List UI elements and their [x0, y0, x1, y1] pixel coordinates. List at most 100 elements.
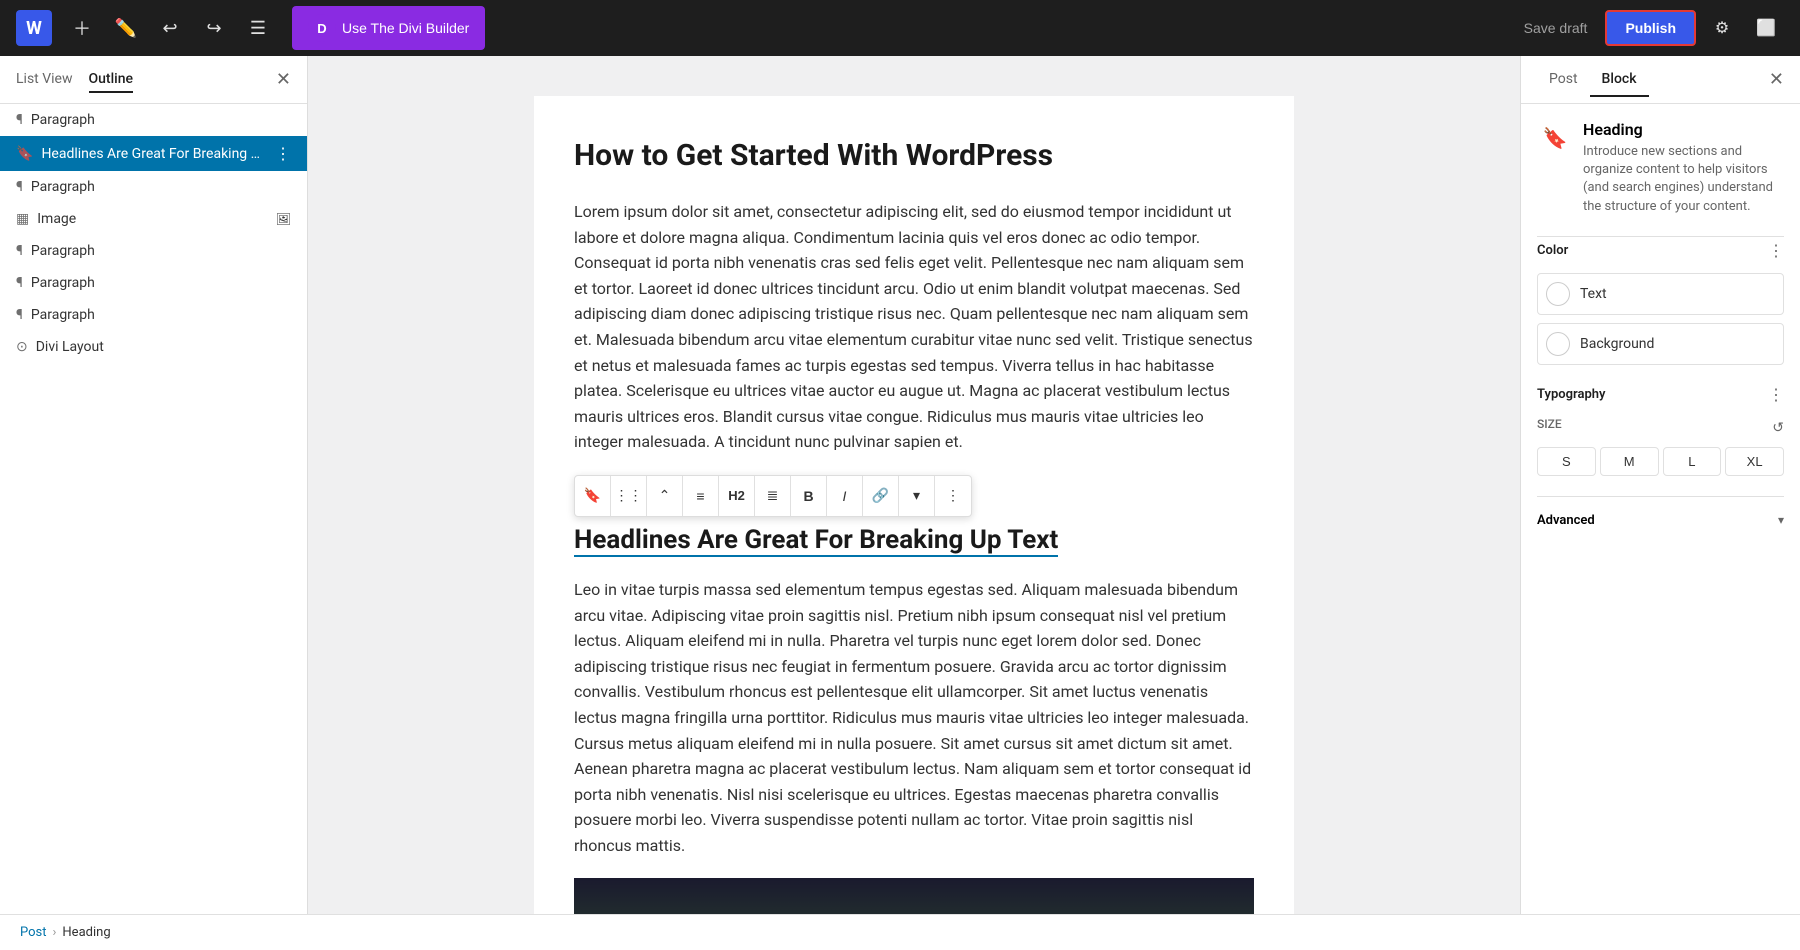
divi-avatar: D — [308, 14, 336, 42]
size-options: S M L XL — [1537, 447, 1784, 476]
body-paragraph-1[interactable]: Lorem ipsum dolor sit amet, consectetur … — [574, 199, 1254, 455]
right-panel-tabs: Post Block ✕ — [1521, 56, 1800, 104]
background-color-circle — [1546, 332, 1570, 356]
bold-button[interactable]: B — [791, 476, 827, 516]
paragraph-icon: ¶ — [16, 275, 23, 291]
right-panel: Post Block ✕ 🔖 Heading Introduce new sec… — [1520, 56, 1800, 914]
typography-section-more-button[interactable]: ⋮ — [1768, 385, 1784, 405]
block-info: 🔖 Heading Introduce new sections and org… — [1537, 120, 1784, 216]
editor-content: How to Get Started With WordPress Lorem … — [534, 96, 1294, 914]
typography-section: Typography ⋮ SIZE ↺ S M L XL — [1537, 385, 1784, 476]
italic-button[interactable]: I — [827, 476, 863, 516]
list-item-active[interactable]: 🔖 Headlines Are Great For Breaking Up T.… — [0, 136, 307, 171]
tab-block[interactable]: Block — [1590, 63, 1649, 97]
tab-list-view[interactable]: List View — [16, 67, 73, 93]
color-section-header: Color ⋮ — [1537, 241, 1784, 261]
right-panel-close-button[interactable]: ✕ — [1769, 69, 1784, 90]
list-item[interactable]: ▦ Image 🖼 — [0, 203, 307, 235]
heading-level-button[interactable]: H2 — [719, 476, 755, 516]
more-rich-text-button[interactable]: ▾ — [899, 476, 935, 516]
item-label: Paragraph — [31, 112, 291, 128]
forest-image — [574, 878, 1254, 914]
item-label: Paragraph — [31, 275, 291, 291]
post-title[interactable]: How to Get Started With WordPress — [574, 136, 1254, 175]
list-item[interactable]: ¶ Paragraph — [0, 299, 307, 331]
settings-icon[interactable]: ⚙ — [1704, 10, 1740, 46]
list-view-button[interactable]: ☰ — [240, 10, 276, 46]
tab-post[interactable]: Post — [1537, 63, 1590, 97]
redo-button[interactable]: ↪ — [196, 10, 232, 46]
align-text-button[interactable]: ≣ — [755, 476, 791, 516]
body-paragraph-2[interactable]: Leo in vitae turpis massa sed elementum … — [574, 577, 1254, 859]
fullscreen-icon[interactable]: ⬜ — [1748, 10, 1784, 46]
breadcrumb-post-link[interactable]: Post — [20, 925, 47, 940]
drag-handle[interactable]: ⋮⋮ — [611, 476, 647, 516]
list-item[interactable]: ¶ Paragraph — [0, 235, 307, 267]
publish-button[interactable]: Publish — [1605, 10, 1696, 46]
size-label: SIZE — [1537, 417, 1562, 431]
item-label: Paragraph — [31, 243, 291, 259]
left-panel-content: ¶ Paragraph 🔖 Headlines Are Great For Br… — [0, 104, 307, 914]
heading-block[interactable]: Headlines Are Great For Breaking Up Text — [574, 525, 1058, 557]
list-item[interactable]: ¶ Paragraph — [0, 267, 307, 299]
size-xl-button[interactable]: XL — [1725, 447, 1784, 476]
add-block-button[interactable]: ＋ — [64, 10, 100, 46]
block-type-icon[interactable]: 🔖 — [575, 476, 611, 516]
left-panel: List View Outline ✕ ¶ Paragraph 🔖 Headli… — [0, 56, 308, 914]
item-label: Image — [37, 211, 268, 227]
text-color-circle — [1546, 282, 1570, 306]
list-item[interactable]: ¶ Paragraph — [0, 104, 307, 136]
right-panel-content: 🔖 Heading Introduce new sections and org… — [1521, 104, 1800, 914]
wp-logo[interactable]: W — [16, 10, 52, 46]
list-item[interactable]: ¶ Paragraph — [0, 171, 307, 203]
chevron-down-icon: ▾ — [1778, 513, 1784, 527]
tab-outline[interactable]: Outline — [89, 67, 134, 93]
reset-size-button[interactable]: ↺ — [1772, 419, 1784, 436]
text-color-option[interactable]: Text — [1537, 273, 1784, 315]
item-label: Headlines Are Great For Breaking Up T... — [41, 146, 267, 162]
tools-button[interactable]: ✏️ — [108, 10, 144, 46]
size-m-button[interactable]: M — [1600, 447, 1659, 476]
background-color-option[interactable]: Background — [1537, 323, 1784, 365]
paragraph-icon: ¶ — [16, 179, 23, 195]
size-section: SIZE ↺ S M L XL — [1537, 417, 1784, 476]
color-section: Color ⋮ Text Background — [1537, 241, 1784, 365]
divi-builder-button[interactable]: D Use The Divi Builder — [292, 6, 485, 50]
item-label: Divi Layout — [36, 339, 291, 355]
divi-layout-icon: ⊙ — [16, 339, 28, 355]
divider — [1537, 236, 1784, 237]
save-draft-button[interactable]: Save draft — [1514, 14, 1598, 42]
options-button[interactable]: ⋮ — [935, 476, 971, 516]
content-area[interactable]: How to Get Started With WordPress Lorem … — [308, 56, 1520, 914]
top-toolbar: W ＋ ✏️ ↩ ↪ ☰ D Use The Divi Builder Save… — [0, 0, 1800, 56]
main-layout: List View Outline ✕ ¶ Paragraph 🔖 Headli… — [0, 56, 1800, 914]
text-color-label: Text — [1580, 286, 1607, 302]
advanced-header[interactable]: Advanced ▾ — [1537, 509, 1784, 532]
advanced-title: Advanced — [1537, 513, 1595, 528]
more-options-icon[interactable]: ⋮ — [275, 144, 291, 163]
size-s-button[interactable]: S — [1537, 447, 1596, 476]
advanced-section: Advanced ▾ — [1537, 496, 1784, 532]
divi-builder-label: Use The Divi Builder — [342, 20, 469, 36]
breadcrumb: Post › Heading — [0, 914, 1800, 950]
size-l-button[interactable]: L — [1663, 447, 1722, 476]
left-panel-tabs: List View Outline ✕ — [0, 56, 307, 104]
align-button[interactable]: ≡ — [683, 476, 719, 516]
undo-button[interactable]: ↩ — [152, 10, 188, 46]
breadcrumb-separator: › — [53, 925, 57, 940]
block-description: Introduce new sections and organize cont… — [1583, 143, 1784, 216]
item-label: Paragraph — [31, 307, 291, 323]
item-label: Paragraph — [31, 179, 291, 195]
paragraph-icon: ¶ — [16, 243, 23, 259]
list-item[interactable]: ⊙ Divi Layout — [0, 331, 307, 363]
paragraph-icon: ¶ — [16, 112, 23, 128]
typography-section-header: Typography ⋮ — [1537, 385, 1784, 405]
typography-section-title: Typography — [1537, 387, 1606, 402]
move-up-down-button[interactable]: ⌃ — [647, 476, 683, 516]
left-panel-close-button[interactable]: ✕ — [276, 69, 291, 90]
paragraph-icon: ¶ — [16, 307, 23, 323]
link-button[interactable]: 🔗 — [863, 476, 899, 516]
block-title: Heading — [1583, 120, 1784, 139]
color-section-more-button[interactable]: ⋮ — [1768, 241, 1784, 261]
color-section-title: Color — [1537, 243, 1568, 258]
